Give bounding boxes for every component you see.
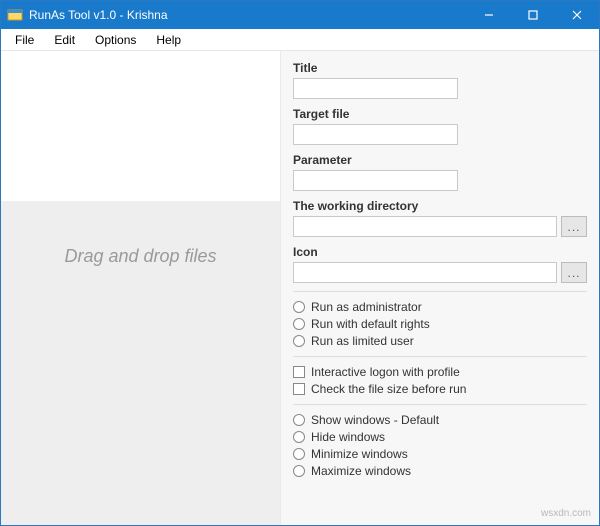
parameter-label: Parameter (293, 153, 587, 167)
radio-hide-windows[interactable]: Hide windows (293, 430, 587, 444)
right-pane: Title Target file Parameter The working … (281, 51, 599, 525)
close-button[interactable] (555, 1, 599, 29)
field-target: Target file (293, 107, 587, 145)
radio-icon (293, 448, 305, 460)
menu-edit[interactable]: Edit (44, 31, 85, 49)
parameter-input[interactable] (293, 170, 458, 191)
left-pane: Drag and drop files (1, 51, 281, 525)
radio-show-windows[interactable]: Show windows - Default (293, 413, 587, 427)
field-parameter: Parameter (293, 153, 587, 191)
radio-label: Maximize windows (311, 464, 411, 478)
title-input[interactable] (293, 78, 458, 99)
separator (293, 291, 587, 292)
radio-label: Run with default rights (311, 317, 430, 331)
radio-label: Show windows - Default (311, 413, 439, 427)
radio-maximize-windows[interactable]: Maximize windows (293, 464, 587, 478)
workdir-input[interactable] (293, 216, 557, 237)
field-icon: Icon ... (293, 245, 587, 283)
window-title: RunAs Tool v1.0 - Krishna (29, 8, 467, 22)
radio-icon (293, 335, 305, 347)
separator (293, 356, 587, 357)
window-controls (467, 1, 599, 29)
icon-label: Icon (293, 245, 587, 259)
radio-run-limited[interactable]: Run as limited user (293, 334, 587, 348)
title-label: Title (293, 61, 587, 75)
radio-label: Hide windows (311, 430, 385, 444)
app-icon (7, 7, 23, 23)
app-window: RunAs Tool v1.0 - Krishna File Edit Opti… (0, 0, 600, 526)
radio-icon (293, 431, 305, 443)
radio-icon (293, 414, 305, 426)
radio-label: Run as limited user (311, 334, 414, 348)
radio-run-default[interactable]: Run with default rights (293, 317, 587, 331)
checkbox-icon (293, 366, 305, 378)
drop-zone[interactable]: Drag and drop files (1, 201, 280, 525)
workdir-browse-button[interactable]: ... (561, 216, 587, 237)
radio-icon (293, 465, 305, 477)
radio-icon (293, 318, 305, 330)
body: Drag and drop files Title Target file Pa… (1, 51, 599, 525)
radio-label: Run as administrator (311, 300, 422, 314)
icon-input[interactable] (293, 262, 557, 283)
target-label: Target file (293, 107, 587, 121)
titlebar[interactable]: RunAs Tool v1.0 - Krishna (1, 1, 599, 29)
menubar: File Edit Options Help (1, 29, 599, 51)
file-list[interactable] (1, 51, 280, 201)
menu-help[interactable]: Help (146, 31, 191, 49)
check-interactive-logon[interactable]: Interactive logon with profile (293, 365, 587, 379)
field-title: Title (293, 61, 587, 99)
menu-options[interactable]: Options (85, 31, 146, 49)
radio-run-admin[interactable]: Run as administrator (293, 300, 587, 314)
check-filesize[interactable]: Check the file size before run (293, 382, 587, 396)
drop-hint: Drag and drop files (64, 246, 216, 267)
workdir-label: The working directory (293, 199, 587, 213)
check-label: Check the file size before run (311, 382, 466, 396)
radio-minimize-windows[interactable]: Minimize windows (293, 447, 587, 461)
separator (293, 404, 587, 405)
maximize-button[interactable] (511, 1, 555, 29)
field-workdir: The working directory ... (293, 199, 587, 237)
checkbox-icon (293, 383, 305, 395)
radio-icon (293, 301, 305, 313)
watermark: wsxdn.com (541, 508, 591, 519)
menu-file[interactable]: File (5, 31, 44, 49)
check-label: Interactive logon with profile (311, 365, 460, 379)
minimize-button[interactable] (467, 1, 511, 29)
radio-label: Minimize windows (311, 447, 408, 461)
icon-browse-button[interactable]: ... (561, 262, 587, 283)
target-input[interactable] (293, 124, 458, 145)
